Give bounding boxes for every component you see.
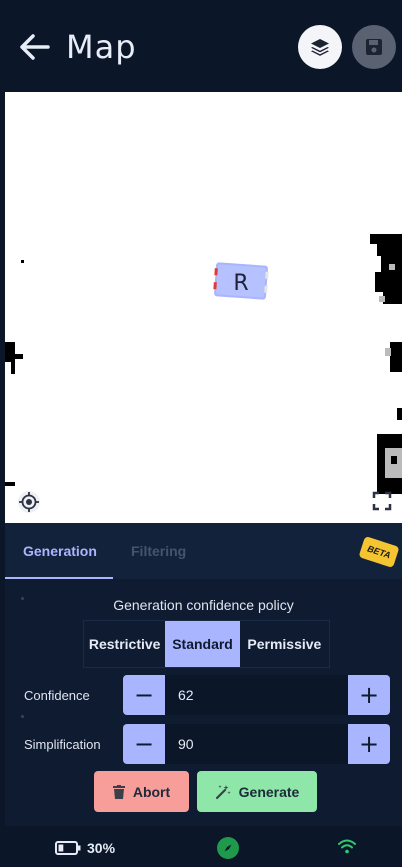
simplification-input[interactable]: 90 bbox=[165, 724, 348, 764]
locate-button[interactable] bbox=[17, 490, 41, 514]
abort-button[interactable]: Abort bbox=[94, 771, 189, 812]
compass-button[interactable] bbox=[217, 837, 239, 859]
confidence-decrement-button[interactable]: − bbox=[123, 675, 165, 715]
page-title: Map bbox=[66, 28, 137, 66]
policy-selector: Restrictive Standard Permissive bbox=[83, 620, 330, 668]
simplification-stepper: − 90 + bbox=[123, 724, 390, 764]
map-view[interactable]: R bbox=[5, 92, 402, 523]
arrow-left-icon bbox=[20, 34, 50, 60]
save-button[interactable] bbox=[352, 25, 396, 69]
robot-label: R bbox=[233, 271, 248, 296]
policy-restrictive-button[interactable]: Restrictive bbox=[84, 621, 165, 667]
confidence-label: Confidence bbox=[24, 688, 90, 703]
panel-tabs: Generation Filtering BETA bbox=[5, 523, 402, 579]
layers-button[interactable] bbox=[298, 25, 342, 69]
trash-icon bbox=[112, 784, 125, 799]
decorative-dot bbox=[21, 715, 24, 718]
status-bar: 30% bbox=[5, 826, 402, 867]
compass-icon bbox=[224, 844, 232, 852]
generate-label: Generate bbox=[238, 783, 300, 800]
confidence-increment-button[interactable]: + bbox=[348, 675, 390, 715]
floppy-disk-icon bbox=[366, 39, 382, 55]
simplification-increment-button[interactable]: + bbox=[348, 724, 390, 764]
active-tab-indicator bbox=[5, 577, 113, 579]
policy-standard-button[interactable]: Standard bbox=[165, 621, 240, 667]
simplification-label: Simplification bbox=[24, 737, 101, 752]
app-header: Map bbox=[0, 0, 402, 92]
generation-panel: Generation Filtering BETA Generation con… bbox=[5, 523, 402, 826]
battery-indicator: 30% bbox=[55, 840, 115, 856]
beta-badge: BETA bbox=[358, 535, 400, 569]
tab-filtering[interactable]: Filtering bbox=[131, 543, 186, 559]
battery-percentage: 30% bbox=[87, 840, 116, 856]
generate-button[interactable]: Generate bbox=[197, 771, 317, 812]
abort-label: Abort bbox=[132, 783, 171, 800]
policy-permissive-button[interactable]: Permissive bbox=[240, 621, 329, 667]
confidence-input[interactable]: 62 bbox=[165, 675, 348, 715]
wifi-indicator bbox=[337, 837, 357, 860]
wifi-icon bbox=[338, 839, 356, 854]
occupancy-map: R bbox=[5, 234, 402, 494]
battery-icon bbox=[55, 841, 81, 855]
simplification-decrement-button[interactable]: − bbox=[123, 724, 165, 764]
fullscreen-icon bbox=[372, 491, 392, 511]
magic-wand-icon bbox=[215, 784, 231, 799]
confidence-stepper: − 62 + bbox=[123, 675, 390, 715]
crosshair-icon bbox=[18, 491, 40, 513]
layers-icon bbox=[311, 39, 329, 56]
tab-generation[interactable]: Generation bbox=[23, 543, 97, 559]
back-button[interactable] bbox=[18, 30, 52, 64]
policy-title: Generation confidence policy bbox=[113, 597, 294, 613]
fullscreen-button[interactable] bbox=[371, 490, 393, 512]
